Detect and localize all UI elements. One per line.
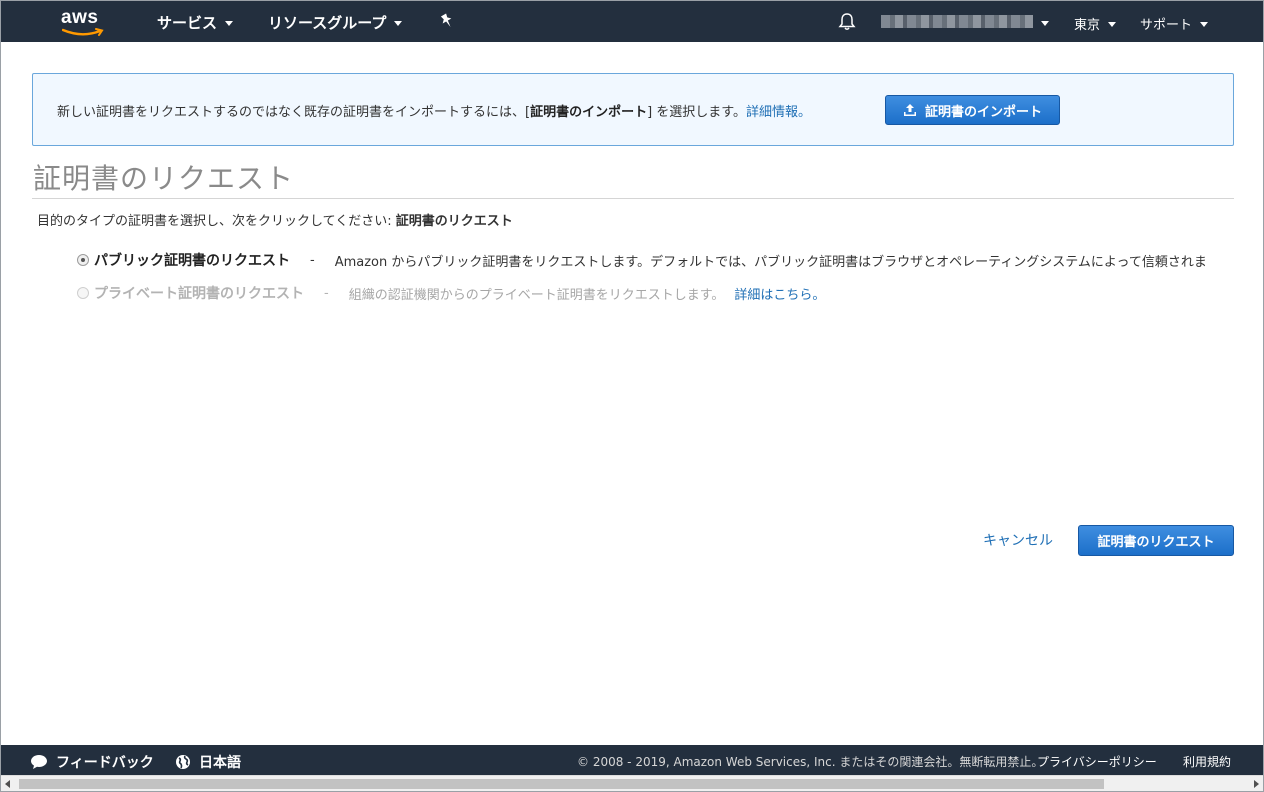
option-private-certificate: プライベート証明書のリクエスト - 組織の認証機関からのプライベート証明書をリク… bbox=[77, 283, 825, 303]
scroll-left-arrow-icon[interactable] bbox=[5, 780, 10, 788]
support-menu-label: サポート bbox=[1140, 18, 1193, 33]
public-certificate-title: パブリック証明書のリクエスト bbox=[94, 253, 290, 269]
resource-groups-menu-label: リソースグループ bbox=[268, 14, 387, 32]
learn-more-link[interactable]: 詳細情報。 bbox=[746, 105, 811, 120]
import-certificate-button[interactable]: 証明書のインポート bbox=[885, 95, 1060, 125]
page-title: 証明書のリクエスト bbox=[33, 162, 295, 195]
language-selector[interactable]: 日本語 bbox=[175, 752, 241, 772]
banner-text-suffix: ] を選択します。 bbox=[647, 105, 746, 120]
private-certificate-title: プライベート証明書のリクエスト bbox=[94, 286, 304, 302]
option-separator: - bbox=[310, 252, 315, 268]
region-menu[interactable]: 東京 bbox=[1074, 14, 1117, 33]
scroll-right-arrow-icon[interactable] bbox=[1254, 780, 1259, 788]
feedback-button[interactable]: フィードバック bbox=[30, 752, 154, 772]
support-menu[interactable]: サポート bbox=[1140, 14, 1209, 33]
speech-bubble-icon bbox=[31, 755, 47, 769]
private-certificate-radio bbox=[77, 287, 89, 299]
aws-logo[interactable]: aws bbox=[61, 7, 107, 37]
region-menu-label: 東京 bbox=[1074, 18, 1101, 33]
upload-icon bbox=[903, 104, 916, 116]
title-divider bbox=[32, 198, 1234, 199]
cancel-button[interactable]: キャンセル bbox=[983, 530, 1053, 550]
public-certificate-radio[interactable] bbox=[77, 254, 89, 266]
resource-groups-menu[interactable]: リソースグループ bbox=[268, 12, 403, 33]
chevron-down-icon bbox=[225, 21, 234, 26]
banner-text-prefix: 新しい証明書をリクエストするのではなく既存の証明書をインポートするには、[ bbox=[57, 105, 531, 120]
request-certificate-button-label: 証明書のリクエスト bbox=[1097, 535, 1215, 550]
instruction-prefix: 目的のタイプの証明書を選択し、次をクリックしてください: bbox=[37, 214, 396, 229]
aws-smile-icon bbox=[62, 28, 104, 36]
privacy-policy-link[interactable]: プライバシーポリシー bbox=[1037, 753, 1157, 770]
import-certificate-button-label: 証明書のインポート bbox=[924, 104, 1042, 120]
services-menu[interactable]: サービス bbox=[157, 12, 234, 33]
option-public-certificate[interactable]: パブリック証明書のリクエスト - Amazon からパブリック証明書をリクエスト… bbox=[77, 250, 1207, 270]
banner-text-bold: 証明書のインポート bbox=[530, 105, 648, 120]
footer-bar: フィードバック 日本語 © 2008 - 2019, Amazon Web Se… bbox=[1, 745, 1263, 775]
chevron-down-icon bbox=[1108, 22, 1117, 27]
horizontal-scrollbar[interactable] bbox=[1, 775, 1263, 791]
scrollbar-thumb[interactable] bbox=[19, 779, 1104, 789]
chevron-down-icon[interactable] bbox=[1041, 21, 1049, 26]
services-menu-label: サービス bbox=[157, 14, 218, 32]
public-certificate-description: Amazon からパブリック証明書をリクエストします。デフォルトでは、パブリック… bbox=[334, 254, 1207, 270]
feedback-label: フィードバック bbox=[56, 755, 154, 771]
private-learn-more-link[interactable]: 詳細はこちら。 bbox=[734, 284, 825, 303]
banner-text: 新しい証明書をリクエストするのではなく既存の証明書をインポートするには、[証明書… bbox=[57, 101, 811, 120]
chevron-down-icon bbox=[1200, 22, 1209, 27]
chevron-down-icon bbox=[394, 21, 403, 26]
account-name-redacted[interactable] bbox=[881, 15, 1033, 28]
copyright-text: © 2008 - 2019, Amazon Web Services, Inc.… bbox=[577, 755, 1044, 769]
instruction-bold: 証明書のリクエスト bbox=[395, 214, 513, 229]
request-certificate-button[interactable]: 証明書のリクエスト bbox=[1078, 525, 1234, 556]
bell-icon[interactable] bbox=[838, 12, 856, 35]
globe-icon bbox=[176, 755, 190, 769]
import-info-banner: 新しい証明書をリクエストするのではなく既存の証明書をインポートするには、[証明書… bbox=[32, 73, 1234, 146]
terms-of-use-link[interactable]: 利用規約 bbox=[1183, 753, 1231, 770]
option-separator: - bbox=[324, 285, 329, 301]
instruction-text: 目的のタイプの証明書を選択し、次をクリックしてください: 証明書のリクエスト bbox=[37, 210, 513, 229]
aws-logo-text: aws bbox=[61, 7, 99, 28]
language-label: 日本語 bbox=[199, 755, 241, 771]
browser-frame: aws サービス リソースグループ 東京 サポート 新しい証明書をリクエストする… bbox=[0, 0, 1264, 792]
private-certificate-description: 組織の認証機関からのプライベート証明書をリクエストします。 bbox=[348, 287, 725, 303]
top-navigation-bar: aws サービス リソースグループ 東京 サポート bbox=[1, 1, 1263, 42]
pin-icon[interactable] bbox=[440, 13, 454, 33]
